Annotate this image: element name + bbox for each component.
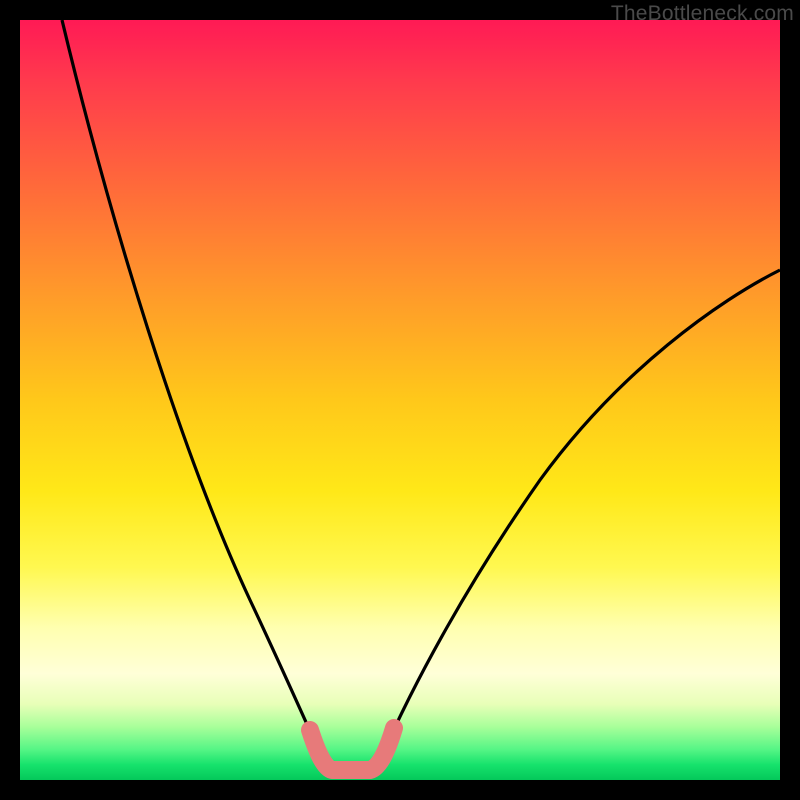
left-curve: [62, 20, 323, 760]
chart-overlay: [20, 20, 780, 780]
watermark-text: TheBottleneck.com: [611, 2, 794, 26]
right-curve: [380, 270, 780, 760]
pink-dip-marker: [310, 728, 394, 770]
chart-frame: [20, 20, 780, 780]
